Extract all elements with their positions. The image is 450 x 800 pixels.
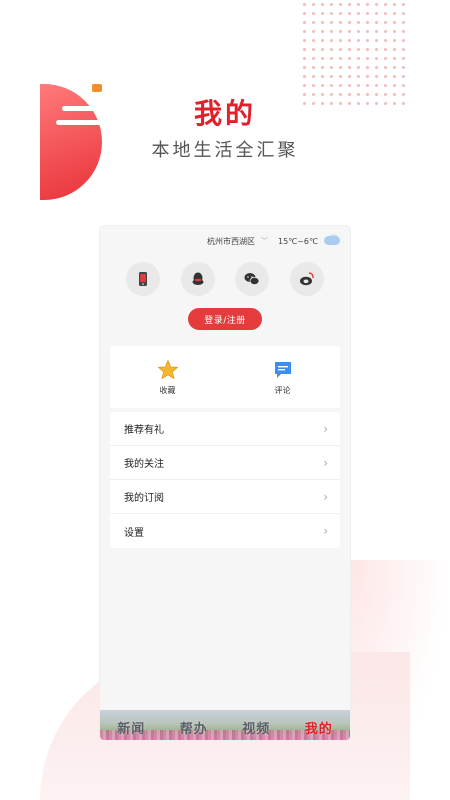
menu-item-label: 我的订阅 (124, 493, 164, 504)
favorites-button[interactable]: 收藏 (110, 346, 225, 408)
menu-item-label: 我的关注 (124, 459, 164, 470)
settings-menu: 推荐有礼 › 我的关注 › 我的订阅 › 设置 › (110, 412, 340, 548)
menu-item-subscriptions[interactable]: 我的订阅 › (110, 480, 340, 514)
chevron-right-icon: › (323, 489, 328, 504)
wechat-login-button[interactable] (235, 262, 270, 296)
chevron-right-icon: › (323, 421, 328, 436)
tab-news[interactable]: 新闻 (117, 718, 145, 737)
login-register-button[interactable]: 登录/注册 (188, 308, 262, 330)
comments-label: 评论 (274, 385, 291, 395)
comments-button[interactable]: 评论 (225, 346, 340, 408)
hero-title: 我的 (193, 97, 256, 130)
bottom-tab-bar: 新闻 帮办 视频 我的 (100, 710, 350, 740)
star-icon (156, 358, 179, 379)
cloud-rain-icon (324, 234, 342, 248)
favorites-label: 收藏 (159, 385, 176, 395)
phone-screen: 杭州市西湖区 ﹀ 15℃~6℃ 登录/注册 收藏 评论 推荐有礼 › 我的关注 … (100, 226, 350, 740)
phone-icon (139, 272, 148, 286)
phone-login-button[interactable] (126, 262, 161, 296)
comment-icon (274, 361, 291, 378)
wechat-icon (244, 273, 260, 285)
hero-subtitle: 本地生活全汇聚 (151, 140, 299, 161)
location-text[interactable]: 杭州市西湖区 (207, 236, 255, 247)
social-login-row (100, 262, 350, 296)
qq-login-button[interactable] (180, 262, 215, 296)
menu-item-referral[interactable]: 推荐有礼 › (110, 412, 340, 446)
quick-actions-card: 收藏 评论 (110, 346, 340, 408)
weibo-icon (299, 272, 314, 286)
decorative-orange-square (92, 84, 102, 92)
qq-icon (192, 272, 204, 285)
location-weather-bar: 杭州市西湖区 ﹀ 15℃~6℃ (207, 232, 342, 250)
menu-item-settings[interactable]: 设置 › (110, 514, 340, 548)
menu-item-following[interactable]: 我的关注 › (110, 446, 340, 480)
chevron-right-icon: › (323, 524, 328, 538)
chevron-down-icon[interactable]: ﹀ (261, 236, 268, 246)
menu-item-label: 设置 (124, 527, 144, 539)
tab-video[interactable]: 视频 (242, 718, 270, 737)
tab-mine[interactable]: 我的 (305, 718, 333, 737)
temperature-text: 15℃~6℃ (278, 236, 318, 246)
weibo-login-button[interactable] (289, 262, 324, 296)
menu-item-label: 推荐有礼 (124, 425, 164, 436)
chevron-right-icon: › (323, 455, 328, 470)
tab-help[interactable]: 帮办 (180, 718, 208, 737)
